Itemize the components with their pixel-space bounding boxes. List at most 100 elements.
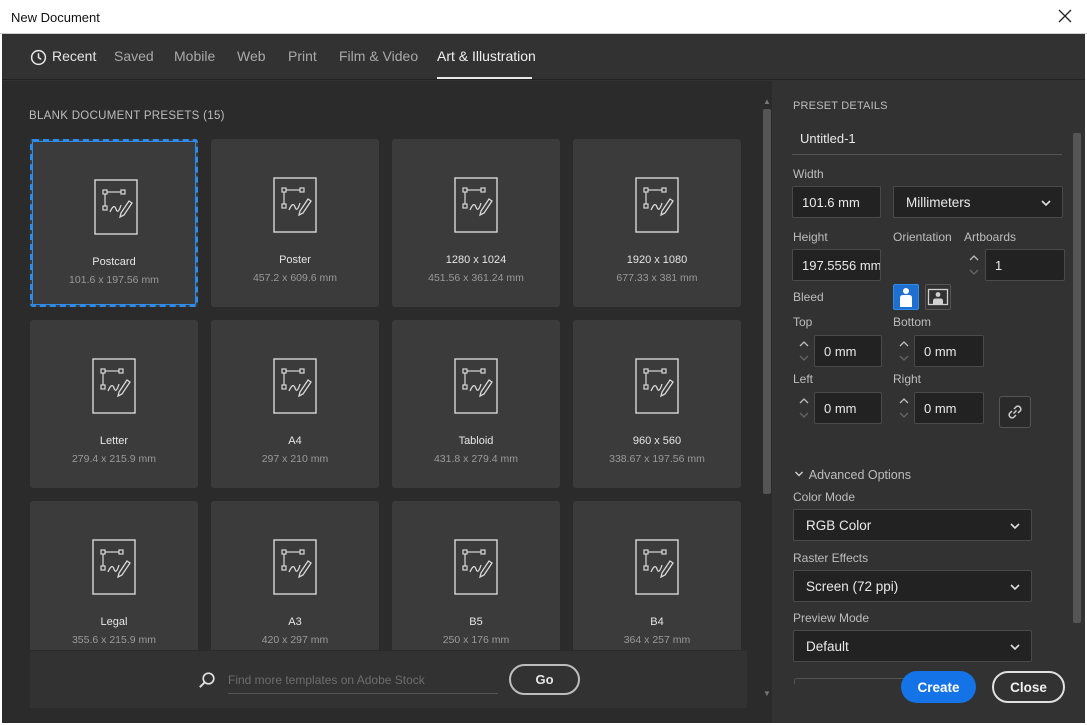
bleed-label: Bleed xyxy=(793,290,824,304)
presets-section-title: BLANK DOCUMENT PRESETS (15) xyxy=(29,110,225,122)
scroll-up-arrow-icon[interactable]: ▲ xyxy=(763,97,771,106)
preset-dimensions: 364 x 257 mm xyxy=(623,634,691,646)
preset-name: B5 xyxy=(469,616,483,628)
document-icon xyxy=(273,358,317,414)
chevron-down-icon[interactable] xyxy=(798,352,810,364)
preset-card-legal[interactable]: Legal 355.6 x 215.9 mm xyxy=(30,501,198,650)
preset-card-b4[interactable]: B4 364 x 257 mm xyxy=(573,501,741,650)
chevron-up-icon[interactable] xyxy=(798,395,810,407)
document-icon xyxy=(92,539,136,595)
tab-film-video[interactable]: Film & Video xyxy=(339,48,418,64)
tab-web[interactable]: Web xyxy=(237,48,266,64)
tab-mobile[interactable]: Mobile xyxy=(174,48,215,64)
bleed-bottom-stepper[interactable] xyxy=(895,336,913,366)
presets-grid: Postcard 101.6 x 197.56 mm Poster 457.2 … xyxy=(2,137,762,650)
preset-card-poster[interactable]: Poster 457.2 x 609.6 mm xyxy=(211,139,379,307)
preset-dimensions: 338.67 x 197.56 mm xyxy=(609,453,705,465)
bleed-left-stepper[interactable] xyxy=(795,393,813,423)
more-settings-button[interactable] xyxy=(794,678,908,684)
raster-effects-value: Screen (72 ppi) xyxy=(806,579,899,594)
preset-card-b5[interactable]: B5 250 x 176 mm xyxy=(392,501,560,650)
document-icon xyxy=(94,179,138,235)
preset-dimensions: 250 x 176 mm xyxy=(442,634,510,646)
landscape-orientation-button[interactable] xyxy=(925,284,951,310)
tab-print[interactable]: Print xyxy=(288,48,317,64)
search-icon xyxy=(199,672,215,688)
units-value: Millimeters xyxy=(906,195,971,210)
chevron-up-icon[interactable] xyxy=(968,252,980,264)
scrollbar-thumb[interactable] xyxy=(1073,133,1081,623)
new-document-dialog: Recent Saved Mobile Web Print Film & Vid… xyxy=(2,34,1085,723)
preset-card-a4[interactable]: A4 297 x 210 mm xyxy=(211,320,379,488)
presets-count: (15) xyxy=(203,110,225,122)
chevron-up-icon[interactable] xyxy=(798,338,810,350)
go-button[interactable]: Go xyxy=(509,664,580,695)
document-name-field[interactable] xyxy=(792,123,1062,155)
height-field[interactable] xyxy=(792,249,881,281)
clock-icon xyxy=(30,49,47,66)
details-scrollbar[interactable] xyxy=(1072,123,1082,658)
link-bleed-button[interactable] xyxy=(999,396,1031,428)
chevron-down-icon xyxy=(1010,584,1020,591)
preset-name: A3 xyxy=(288,616,302,628)
landscape-icon xyxy=(927,288,949,306)
tab-saved[interactable]: Saved xyxy=(114,48,154,64)
preset-name: Letter xyxy=(99,435,129,447)
chevron-down-icon[interactable] xyxy=(898,409,910,421)
preset-name: Tabloid xyxy=(458,435,494,447)
preset-card-letter[interactable]: Letter 279.4 x 215.9 mm xyxy=(30,320,198,488)
chevron-up-icon[interactable] xyxy=(898,395,910,407)
scrollbar-thumb[interactable] xyxy=(763,109,771,494)
preset-card-960x560[interactable]: 960 x 560 338.67 x 197.56 mm xyxy=(573,320,741,488)
portrait-orientation-button[interactable] xyxy=(893,284,919,310)
width-field[interactable] xyxy=(792,186,881,218)
preset-dimensions: 451.56 x 361.24 mm xyxy=(428,272,524,284)
stock-search-input[interactable] xyxy=(228,666,498,694)
color-mode-value: RGB Color xyxy=(806,518,872,533)
bleed-right-field[interactable] xyxy=(914,392,984,424)
preset-details-panel: PRESET DETAILS Width Millimeters Height … xyxy=(772,81,1085,723)
preset-dimensions: 677.33 x 381 mm xyxy=(616,272,698,284)
create-button[interactable]: Create xyxy=(901,671,976,703)
chevron-up-icon[interactable] xyxy=(898,338,910,350)
document-icon xyxy=(92,358,136,414)
chevron-down-icon[interactable] xyxy=(968,266,980,278)
tab-recent[interactable]: Recent xyxy=(52,48,96,64)
close-icon[interactable] xyxy=(1057,8,1073,24)
close-button[interactable]: Close xyxy=(992,671,1065,703)
preset-card-postcard[interactable]: Postcard 101.6 x 197.56 mm xyxy=(30,139,198,307)
bleed-top-stepper[interactable] xyxy=(795,336,813,366)
preset-card-1920x1080[interactable]: 1920 x 1080 677.33 x 381 mm xyxy=(573,139,741,307)
preset-dimensions: 457.2 x 609.6 mm xyxy=(252,272,338,284)
artboards-field[interactable] xyxy=(985,249,1065,281)
preset-card-a3[interactable]: A3 420 x 297 mm xyxy=(211,501,379,650)
bleed-bottom-label: Bottom xyxy=(893,315,932,329)
width-label: Width xyxy=(793,167,824,181)
presets-scrollbar[interactable]: ▲ ▼ xyxy=(762,95,772,701)
units-dropdown[interactable]: Millimeters xyxy=(893,186,1063,218)
chevron-down-icon[interactable] xyxy=(798,409,810,421)
preset-card-1280x1024[interactable]: 1280 x 1024 451.56 x 361.24 mm xyxy=(392,139,560,307)
scroll-down-arrow-icon[interactable]: ▼ xyxy=(763,689,771,698)
chevron-down-icon[interactable] xyxy=(898,352,910,364)
document-icon xyxy=(454,539,498,595)
bleed-bottom-field[interactable] xyxy=(914,335,984,367)
bleed-right-stepper[interactable] xyxy=(895,393,913,423)
preset-dimensions: 420 x 297 mm xyxy=(261,634,329,646)
bleed-top-field[interactable] xyxy=(814,335,882,367)
bleed-top-label: Top xyxy=(793,315,813,329)
advanced-options-toggle[interactable]: Advanced Options xyxy=(794,468,911,482)
preset-dimensions: 297 x 210 mm xyxy=(261,453,329,465)
document-icon xyxy=(454,177,498,233)
preset-card-tabloid[interactable]: Tabloid 431.8 x 279.4 mm xyxy=(392,320,560,488)
tab-art-illustration[interactable]: Art & Illustration xyxy=(437,48,536,64)
color-mode-dropdown[interactable]: RGB Color xyxy=(793,509,1032,541)
preview-mode-dropdown[interactable]: Default xyxy=(793,630,1032,662)
preset-name: 960 x 560 xyxy=(632,435,682,447)
raster-effects-dropdown[interactable]: Screen (72 ppi) xyxy=(793,570,1032,602)
artboards-stepper[interactable] xyxy=(965,250,983,280)
orientation-label: Orientation xyxy=(893,230,952,244)
bleed-left-field[interactable] xyxy=(814,392,882,424)
preview-mode-label: Preview Mode xyxy=(793,611,870,625)
preset-name: Legal xyxy=(100,616,128,628)
